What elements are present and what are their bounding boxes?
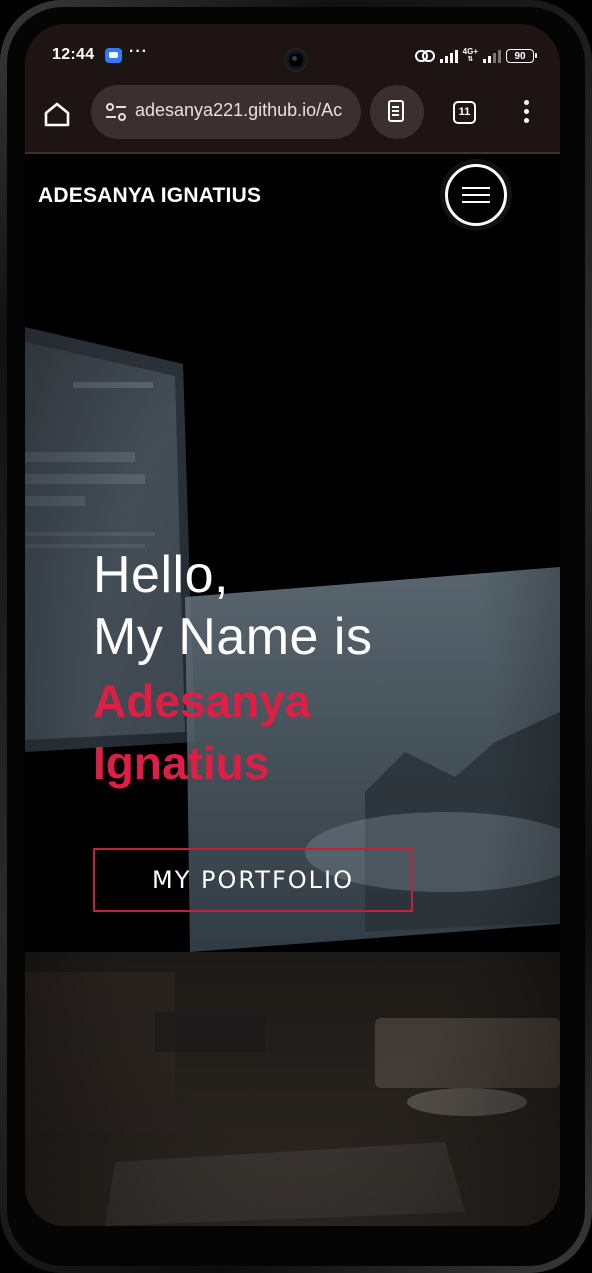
nav-menu-button[interactable]: [445, 164, 507, 226]
more-notifications-indicator: ···: [129, 43, 148, 60]
reader-mode-button[interactable]: [370, 85, 424, 139]
device-screen: 12:44 ··· 4G+ ⇅ 90 adesanya221.github.io…: [25, 24, 560, 1226]
document-icon: [388, 100, 404, 122]
greeting-line-2: My Name is: [93, 608, 373, 666]
tab-switcher-button[interactable]: 11: [453, 101, 476, 124]
status-icons: 4G+ ⇅ 90: [414, 44, 537, 68]
battery-icon: 90: [506, 49, 537, 63]
hero-name-line-1: Adesanya: [93, 675, 311, 727]
site-settings-icon[interactable]: [105, 102, 127, 122]
hotspot-link-icon: [414, 50, 435, 62]
signal-strength-2-icon: [483, 49, 501, 63]
network-type-label: 4G+: [462, 47, 478, 56]
toolbar-divider: [25, 152, 560, 154]
signal-strength-icon: [439, 49, 458, 63]
status-time: 12:44: [52, 46, 95, 63]
hero-name-line-2: Ignatius: [93, 737, 270, 789]
browser-menu-icon[interactable]: [521, 100, 531, 128]
web-page: ADESANYA IGNATIUS Hello, My Name is Ades…: [25, 152, 560, 1226]
network-type-indicator: 4G+ ⇅: [463, 48, 478, 64]
hero-heading: Hello, My Name is Adesanya Ignatius: [93, 544, 372, 794]
home-icon[interactable]: [39, 96, 75, 132]
message-notification-icon: [105, 48, 122, 63]
site-logo[interactable]: ADESANYA IGNATIUS: [38, 184, 261, 208]
front-camera: [284, 48, 308, 72]
url-text[interactable]: adesanya221.github.io/Ac: [135, 100, 355, 121]
browser-toolbar: adesanya221.github.io/Ac 11: [25, 82, 560, 152]
address-bar[interactable]: adesanya221.github.io/Ac: [91, 85, 361, 139]
greeting-line-1: Hello,: [93, 546, 229, 604]
status-bar: 12:44 ··· 4G+ ⇅ 90: [25, 24, 560, 82]
my-portfolio-button[interactable]: MY PORTFOLIO: [93, 848, 413, 912]
data-arrows-icon: ⇅: [467, 56, 474, 63]
phone-frame: 12:44 ··· 4G+ ⇅ 90 adesanya221.github.io…: [0, 0, 592, 1273]
